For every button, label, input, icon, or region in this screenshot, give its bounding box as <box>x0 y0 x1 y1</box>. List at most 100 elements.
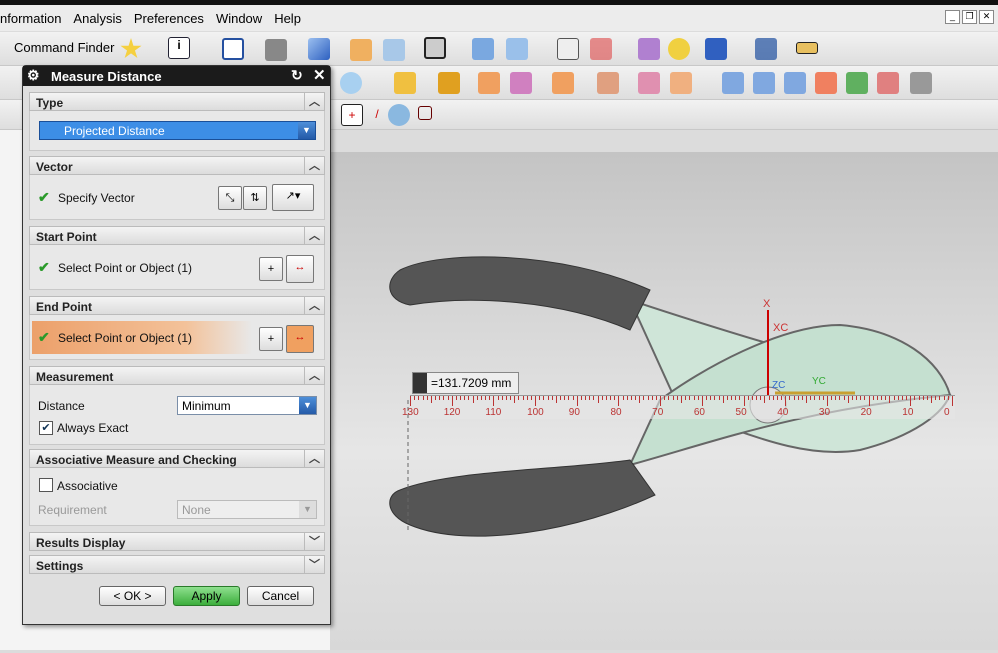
feature-icon-2[interactable] <box>438 72 460 94</box>
ruler-tick <box>760 396 762 400</box>
ruler-tick <box>414 396 416 400</box>
ok-button[interactable]: < OK > <box>99 586 166 606</box>
menu-information[interactable]: nformation <box>0 11 61 26</box>
folder-icon[interactable] <box>350 39 372 61</box>
info-icon[interactable]: i <box>168 37 190 59</box>
always-exact-label: Always Exact <box>57 421 129 435</box>
analysis-icon[interactable] <box>668 38 690 60</box>
snap-icon[interactable] <box>638 38 660 60</box>
surface-icon-5[interactable] <box>846 72 868 94</box>
surface-icon-6[interactable] <box>877 72 899 94</box>
feature-icon-8[interactable] <box>670 72 692 94</box>
section-measurement[interactable]: Measurement ︿ <box>29 366 325 385</box>
line-snap-icon[interactable]: / <box>366 104 388 126</box>
section-vector[interactable]: Vector ︿ <box>29 156 325 175</box>
grid-icon[interactable] <box>418 106 432 120</box>
view2-icon[interactable] <box>506 38 528 60</box>
close-window-button[interactable]: ✕ <box>979 10 994 24</box>
chevron-down-icon[interactable]: ﹀ <box>304 533 324 550</box>
chevron-down-icon[interactable]: ▼ <box>299 397 316 414</box>
ruler-tick <box>514 396 516 403</box>
distance-dropdown[interactable]: Minimum ▼ <box>177 396 317 415</box>
measure-ruler: 130 120 110 100 90 80 70 60 50 40 30 20 10 0 <box>402 395 955 419</box>
menu-analysis[interactable]: Analysis <box>73 11 121 26</box>
associative-checkbox[interactable] <box>39 478 53 492</box>
vector-type-dropdown[interactable]: ↗▾ <box>272 184 314 211</box>
close-icon[interactable]: ✕ <box>313 66 326 84</box>
section-associative[interactable]: Associative Measure and Checking ︿ <box>29 449 325 468</box>
ruler-tick <box>572 396 574 400</box>
section-type[interactable]: Type ︿ <box>29 92 325 111</box>
point-dialog-button[interactable]: + <box>259 327 283 351</box>
ruler-tick-label: 40 <box>777 407 789 418</box>
command-finder-button[interactable]: Command Finder <box>14 40 114 55</box>
vector-dialog-button[interactable]: ⤡ <box>218 186 242 210</box>
inferred-point-button[interactable]: ↔ <box>286 255 314 283</box>
section-start-point[interactable]: Start Point ︿ <box>29 226 325 245</box>
shade-icon[interactable] <box>265 39 287 61</box>
feature-icon-4[interactable] <box>510 72 532 94</box>
restore-button[interactable]: ❐ <box>962 10 977 24</box>
surface-icon-2[interactable] <box>753 72 775 94</box>
cube-icon[interactable] <box>308 38 330 60</box>
feature-icon-6[interactable] <box>597 72 619 94</box>
measure-result-box[interactable]: =131.7209 mm <box>412 372 519 394</box>
feature-icon-7[interactable] <box>638 72 660 94</box>
section-end-point[interactable]: End Point ︿ <box>29 296 325 315</box>
point-snap-icon[interactable]: + <box>341 104 363 126</box>
surface-icon-3[interactable] <box>784 72 806 94</box>
view-icon[interactable] <box>472 38 494 60</box>
ruler-tick <box>764 396 766 403</box>
surface-icon-4[interactable] <box>815 72 837 94</box>
section-start-point-title: Start Point <box>36 230 97 244</box>
drag-handle-icon[interactable] <box>413 373 427 393</box>
ruler-tick <box>576 396 578 406</box>
graphics-viewport[interactable]: X XC YC ZC 130 120 110 100 90 80 70 60 50 40 30 20 1… <box>330 152 998 650</box>
fit-view-icon[interactable] <box>222 38 244 60</box>
chevron-up-icon[interactable]: ︿ <box>304 227 324 244</box>
menu-preferences[interactable]: Preferences <box>134 11 204 26</box>
star-icon[interactable] <box>120 38 142 59</box>
section-settings[interactable]: Settings ﹀ <box>29 555 325 574</box>
section-icon[interactable] <box>383 39 405 61</box>
chevron-up-icon[interactable]: ︿ <box>304 297 324 314</box>
menu-window[interactable]: Window <box>216 11 262 26</box>
gear-icon[interactable]: ⚙ <box>27 67 40 84</box>
minimize-button[interactable]: _ <box>945 10 960 24</box>
apply-button[interactable]: Apply <box>173 586 240 606</box>
menu-help[interactable]: Help <box>274 11 301 26</box>
ruler-tick <box>451 396 453 406</box>
ruler-tick <box>668 396 670 400</box>
wireframe-icon[interactable] <box>340 72 362 94</box>
feature-icon-3[interactable] <box>478 72 500 94</box>
feature-icon-1[interactable] <box>394 72 416 94</box>
point-dialog-button[interactable]: + <box>259 257 283 281</box>
always-exact-checkbox[interactable]: ✔ <box>39 421 53 435</box>
reset-icon[interactable]: ↻ <box>291 67 303 84</box>
ruler-tick <box>893 396 895 400</box>
section-results-display[interactable]: Results Display ﹀ <box>29 532 325 551</box>
surface-icon-7[interactable] <box>910 72 932 94</box>
reverse-direction-button[interactable]: ⇅ <box>243 186 267 210</box>
chevron-up-icon[interactable]: ︿ <box>304 93 324 110</box>
background-icon[interactable] <box>424 37 446 59</box>
arc-snap-icon[interactable] <box>388 104 410 126</box>
chevron-down-icon[interactable]: ﹀ <box>304 556 324 573</box>
layer-icon[interactable] <box>557 38 579 60</box>
requirement-dropdown[interactable]: None ▼ <box>177 500 317 519</box>
ruler-icon[interactable] <box>796 42 818 54</box>
surface-icon-1[interactable] <box>722 72 744 94</box>
chevron-down-icon[interactable]: ▼ <box>298 122 315 139</box>
cancel-button[interactable]: Cancel <box>247 586 314 606</box>
chevron-up-icon[interactable]: ︿ <box>304 157 324 174</box>
inferred-point-button[interactable]: ↔ <box>286 325 314 353</box>
chevron-up-icon[interactable]: ︿ <box>304 367 324 384</box>
ruler-tick <box>647 396 649 400</box>
chevron-up-icon[interactable]: ︿ <box>304 450 324 467</box>
wcs-icon[interactable] <box>590 38 612 60</box>
feature-icon-5[interactable] <box>552 72 574 94</box>
type-dropdown[interactable]: Projected Distance ▼ <box>39 121 316 140</box>
move-icon[interactable] <box>705 38 727 60</box>
ruler-tick <box>897 396 899 400</box>
measure-icon[interactable] <box>755 38 777 60</box>
